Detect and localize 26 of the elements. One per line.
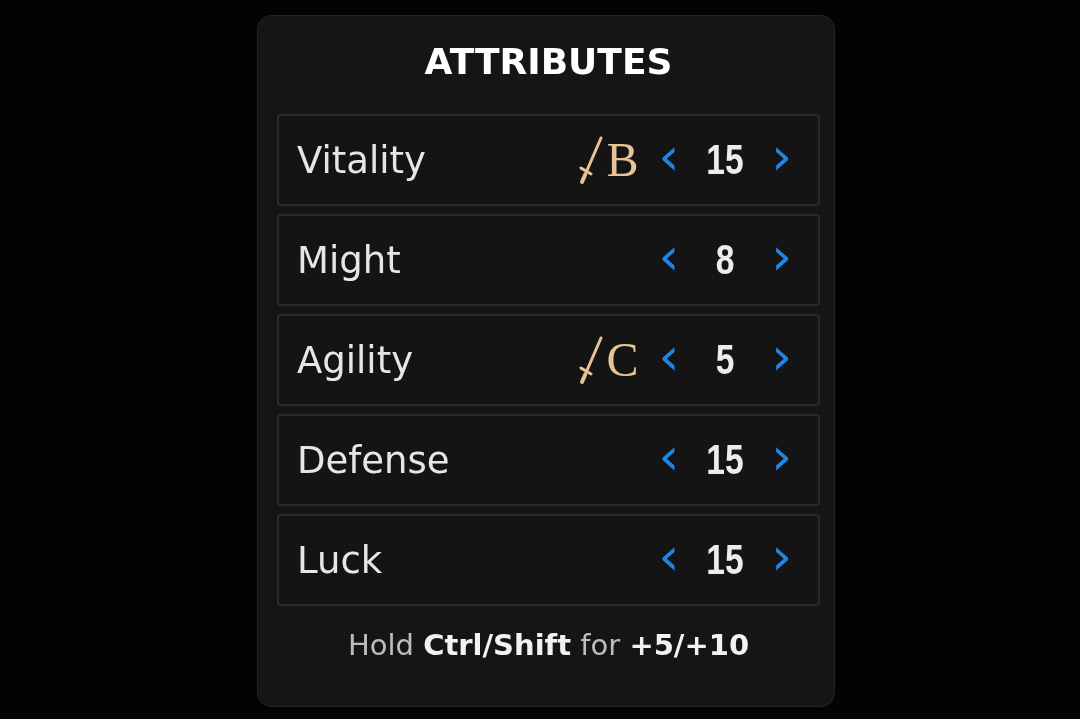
- attribute-value: 8: [714, 236, 736, 284]
- attribute-name: Luck: [297, 538, 384, 582]
- scaling-grade: C: [606, 336, 639, 384]
- sword-icon: [578, 135, 605, 185]
- decrement-button[interactable]: ‹: [654, 130, 684, 190]
- increment-button[interactable]: ›: [767, 230, 796, 290]
- attribute-name: Might: [297, 238, 402, 282]
- increment-button[interactable]: ›: [767, 130, 796, 190]
- attribute-value: 15: [705, 536, 745, 584]
- attribute-value: 15: [705, 136, 745, 184]
- panel-title: ATTRIBUTES: [423, 40, 674, 84]
- attribute-value: 15: [705, 436, 745, 484]
- attribute-value: 5: [714, 336, 736, 384]
- increment-button[interactable]: ›: [767, 330, 796, 390]
- decrement-button[interactable]: ‹: [654, 530, 684, 590]
- attribute-name: Defense: [297, 438, 451, 482]
- attribute-name: Agility: [297, 338, 415, 382]
- sword-icon: [578, 335, 605, 385]
- hint-text: Hold Ctrl/Shift for +5/+10: [346, 628, 751, 662]
- increment-button[interactable]: ›: [767, 530, 796, 590]
- attribute-name: Vitality: [297, 138, 427, 182]
- increment-button[interactable]: ›: [767, 430, 796, 490]
- decrement-button[interactable]: ‹: [654, 430, 684, 490]
- decrement-button[interactable]: ‹: [654, 230, 684, 290]
- scaling-grade: B: [606, 136, 639, 184]
- decrement-button[interactable]: ‹: [654, 330, 684, 390]
